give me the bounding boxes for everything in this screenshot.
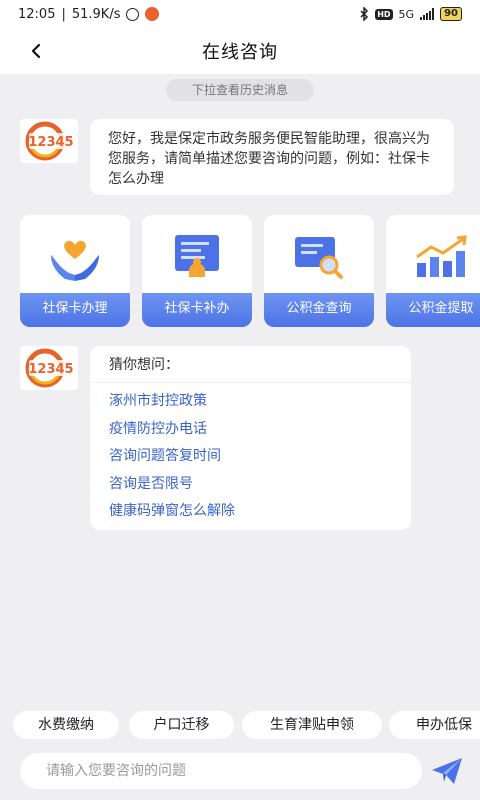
service-card-fund-query[interactable]: 公积金查询 (264, 215, 374, 327)
quick-chip[interactable]: 水费缴纳 (13, 711, 119, 739)
assistant-avatar: 12345 (20, 119, 78, 163)
hd-badge: HD (375, 8, 393, 20)
send-button[interactable] (430, 756, 464, 786)
nav-bar: 在线咨询 (0, 28, 480, 74)
signal-icon (420, 8, 435, 20)
service-shortcuts: 社保卡办理 社保卡补办 公积金查询 公积金提取 (20, 215, 480, 327)
id-card-icon (175, 235, 219, 277)
quick-chip[interactable]: 申办低保 (389, 711, 480, 739)
back-button[interactable] (22, 37, 50, 65)
status-right: HD 5G 90 (359, 7, 462, 21)
status-left: 12:05 | 51.9K/s (18, 6, 160, 22)
divider (90, 382, 411, 383)
network-type: 5G (398, 7, 415, 21)
status-bar: 12:05 | 51.9K/s HD 5G 90 (0, 0, 480, 28)
battery-icon: 90 (440, 7, 462, 21)
chevron-left-icon (31, 43, 41, 59)
service-label: 公积金查询 (264, 293, 374, 327)
service-label: 社保卡补办 (142, 293, 252, 327)
bluetooth-icon (360, 7, 369, 21)
document-search-icon (295, 237, 343, 279)
suggestions-title: 猜你想问： (109, 357, 179, 373)
alarm-icon (126, 7, 140, 21)
paper-plane-icon (432, 758, 462, 784)
hotline-logo-icon: 12345 (25, 348, 74, 388)
welcome-message: 您好，我是保定市政务服务便民智能助理，很高兴为您服务，请简单描述您要咨询的问题，… (90, 119, 454, 195)
suggestion-link[interactable]: 疫情防控办电话 (109, 418, 235, 446)
history-hint[interactable]: 下拉查看历史消息 (166, 79, 314, 101)
status-time: 12:05 (18, 6, 56, 22)
hands-heart-icon (51, 240, 99, 281)
service-label: 公积金提取 (386, 293, 480, 327)
question-input[interactable] (20, 753, 422, 789)
status-separator: | (61, 6, 66, 22)
quick-chip[interactable]: 户口迁移 (129, 711, 234, 739)
service-card-social-security-apply[interactable]: 社保卡办理 (20, 215, 130, 327)
suggestion-link[interactable]: 咨询是否限号 (109, 473, 235, 501)
service-card-social-security-reissue[interactable]: 社保卡补办 (142, 215, 252, 327)
suggestions-card: 猜你想问： 涿州市封控政策 疫情防控办电话 咨询问题答复时间 咨询是否限号 健康… (90, 346, 411, 530)
suggestion-link[interactable]: 健康码弹窗怎么解除 (109, 500, 235, 528)
page-title: 在线咨询 (202, 42, 278, 63)
logo-text: 12345 (28, 135, 73, 150)
hotline-logo-icon: 12345 (25, 121, 74, 161)
app-notification-icon (145, 7, 160, 21)
logo-text: 12345 (28, 362, 73, 377)
status-speed: 51.9K/s (71, 6, 121, 22)
bar-chart-trend-icon (416, 235, 467, 277)
quick-topics-bar: 水费缴纳 户口迁移 生育津贴申领 申办低保 (13, 711, 480, 739)
service-card-fund-withdraw[interactable]: 公积金提取 (386, 215, 480, 327)
quick-chip[interactable]: 生育津贴申领 (242, 711, 382, 739)
service-label: 社保卡办理 (20, 293, 130, 327)
suggestion-link[interactable]: 咨询问题答复时间 (109, 445, 235, 473)
suggestion-link[interactable]: 涿州市封控政策 (109, 390, 235, 418)
assistant-avatar: 12345 (20, 346, 78, 390)
suggestions-list: 涿州市封控政策 疫情防控办电话 咨询问题答复时间 咨询是否限号 健康码弹窗怎么解… (109, 390, 235, 528)
